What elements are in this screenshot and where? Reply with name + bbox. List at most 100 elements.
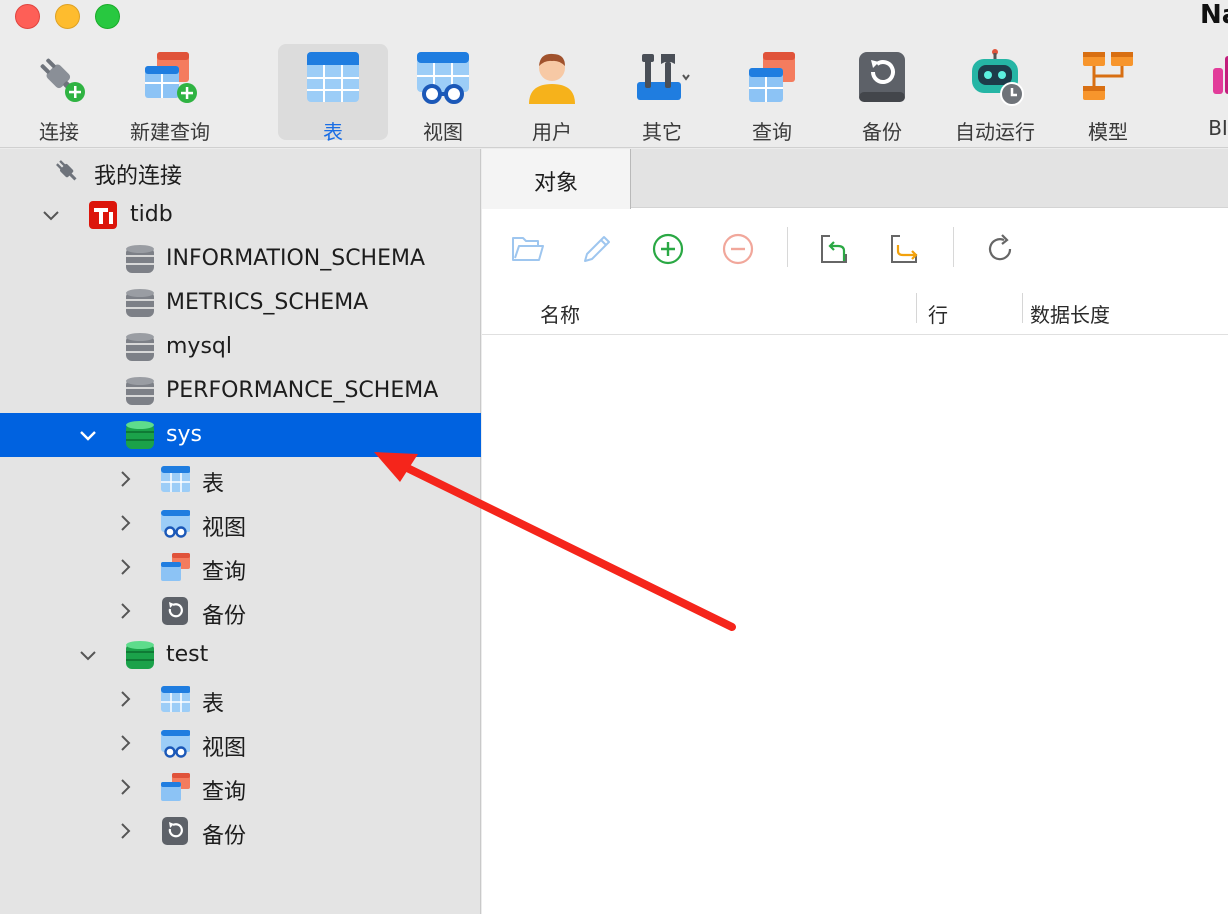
column-header-name[interactable]: 名称 [540,295,580,329]
toolbar-label: 用户 [532,120,572,144]
remove-circle-icon[interactable] [720,231,756,267]
toolbar-new-query-button[interactable]: 新建查询 [115,44,225,144]
schema-label: test [166,642,209,667]
item-label: 备份 [202,824,247,849]
item-label: 视图 [202,516,247,541]
my-connections-header[interactable]: 我的连接 [0,149,481,193]
item-label: 查询 [202,560,247,585]
table-icon [161,466,190,492]
backup-icon [162,597,188,625]
tab-objects[interactable]: 对象 [482,149,631,209]
sidebar-connection-tidb[interactable]: tidb [0,193,481,237]
minimize-window-button[interactable] [55,4,80,29]
view-icon [417,52,469,104]
view-icon [161,510,190,538]
database-icon [126,333,154,361]
toolbar-label: 自动运行 [955,120,1035,144]
toolbar-view-button[interactable]: 视图 [388,44,498,144]
open-folder-icon[interactable] [510,231,546,267]
tidb-logo-icon [89,201,117,229]
sidebar-item-tables[interactable]: 表 [0,677,481,721]
item-label: 备份 [202,604,247,629]
sidebar-schema-sys[interactable]: sys [0,413,481,457]
toolbar-table-button[interactable]: 表 [278,44,388,144]
sidebar-schema-test[interactable]: test [0,633,481,677]
chevron-down-icon[interactable] [76,423,100,447]
column-divider[interactable] [916,293,917,323]
toolbar-model-button[interactable]: 模型 [1053,44,1163,144]
column-divider[interactable] [1022,293,1023,323]
connections-sidebar: 我的连接 tidb INFORMATION_SCHEMA METRICS_SCH… [0,149,481,914]
schema-label: INFORMATION_SCHEMA [166,246,426,271]
refresh-icon[interactable] [982,231,1018,267]
schema-label: METRICS_SCHEMA [166,290,369,315]
chevron-right-icon[interactable] [113,599,137,623]
sidebar-header-label: 我的连接 [94,164,183,189]
tab-bar: 对象 [482,149,1228,209]
chevron-right-icon[interactable] [113,819,137,843]
toolbar-automation-button[interactable]: 自动运行 [940,44,1050,144]
item-label: 查询 [202,780,247,805]
toolbar-query-button[interactable]: 查询 [717,44,827,144]
model-icon [1083,52,1133,100]
database-icon [126,245,154,273]
app-title: Na [1200,0,1228,30]
sidebar-item-views[interactable]: 视图 [0,501,481,545]
toolbar-connection-button[interactable]: 连接 [4,44,114,144]
connection-label: tidb [130,202,173,227]
chevron-right-icon[interactable] [113,775,137,799]
toolbar-user-button[interactable]: 用户 [497,44,607,144]
sidebar-item-backups[interactable]: 备份 [0,589,481,633]
add-circle-icon[interactable] [650,231,686,267]
column-header-rows[interactable]: 行 [928,295,948,329]
query-icon [161,553,190,581]
import-icon[interactable] [816,231,852,267]
toolbar-label: 新建查询 [130,120,210,144]
connection-plug-icon [40,58,85,102]
window-toolbar: Na 连接 新建查询 [0,0,1228,148]
bi-icon [1213,56,1228,94]
sidebar-schema[interactable]: METRICS_SCHEMA [0,281,481,325]
database-active-icon [126,421,154,449]
schema-label: mysql [166,334,232,359]
sidebar-item-views[interactable]: 视图 [0,721,481,765]
chevron-right-icon[interactable] [113,511,137,535]
chevron-down-icon[interactable] [76,643,100,667]
zoom-window-button[interactable] [95,4,120,29]
toolbar-divider [953,227,954,267]
sidebar-schema[interactable]: INFORMATION_SCHEMA [0,237,481,281]
toolbar-label: 连接 [39,120,79,144]
sidebar-item-tables[interactable]: 表 [0,457,481,501]
column-header-data-length[interactable]: 数据长度 [1030,295,1110,329]
toolbar-label: 备份 [862,120,902,144]
close-window-button[interactable] [15,4,40,29]
chevron-right-icon[interactable] [113,467,137,491]
sidebar-schema[interactable]: mysql [0,325,481,369]
toolbar-label: 查询 [752,120,792,144]
toolbar-bi-button[interactable]: BI [1163,44,1228,140]
sidebar-item-backups[interactable]: 备份 [0,809,481,853]
sidebar-schema[interactable]: PERFORMANCE_SCHEMA [0,369,481,413]
chevron-right-icon[interactable] [113,687,137,711]
user-icon [529,53,575,104]
toolbar-backup-button[interactable]: 备份 [827,44,937,144]
item-label: 视图 [202,736,247,761]
robot-icon [972,49,1024,106]
database-icon [126,289,154,317]
toolbar-label: 视图 [423,120,463,144]
chevron-down-icon[interactable] [39,203,63,227]
chevron-right-icon[interactable] [113,555,137,579]
sidebar-item-queries[interactable]: 查询 [0,765,481,809]
objects-panel: 对象 名称 行 数据长度 [482,149,1228,914]
query-icon [161,773,190,801]
chevron-right-icon[interactable] [113,731,137,755]
toolbar-label: 其它 [642,120,682,144]
edit-pencil-icon[interactable] [579,231,615,267]
sidebar-item-queries[interactable]: 查询 [0,545,481,589]
schema-label: sys [166,422,202,447]
object-list-header: 名称 行 数据长度 [482,289,1228,335]
export-icon[interactable] [886,231,922,267]
tools-icon [637,54,690,100]
toolbar-other-button[interactable]: 其它 [607,44,717,144]
query-icon [749,52,795,102]
